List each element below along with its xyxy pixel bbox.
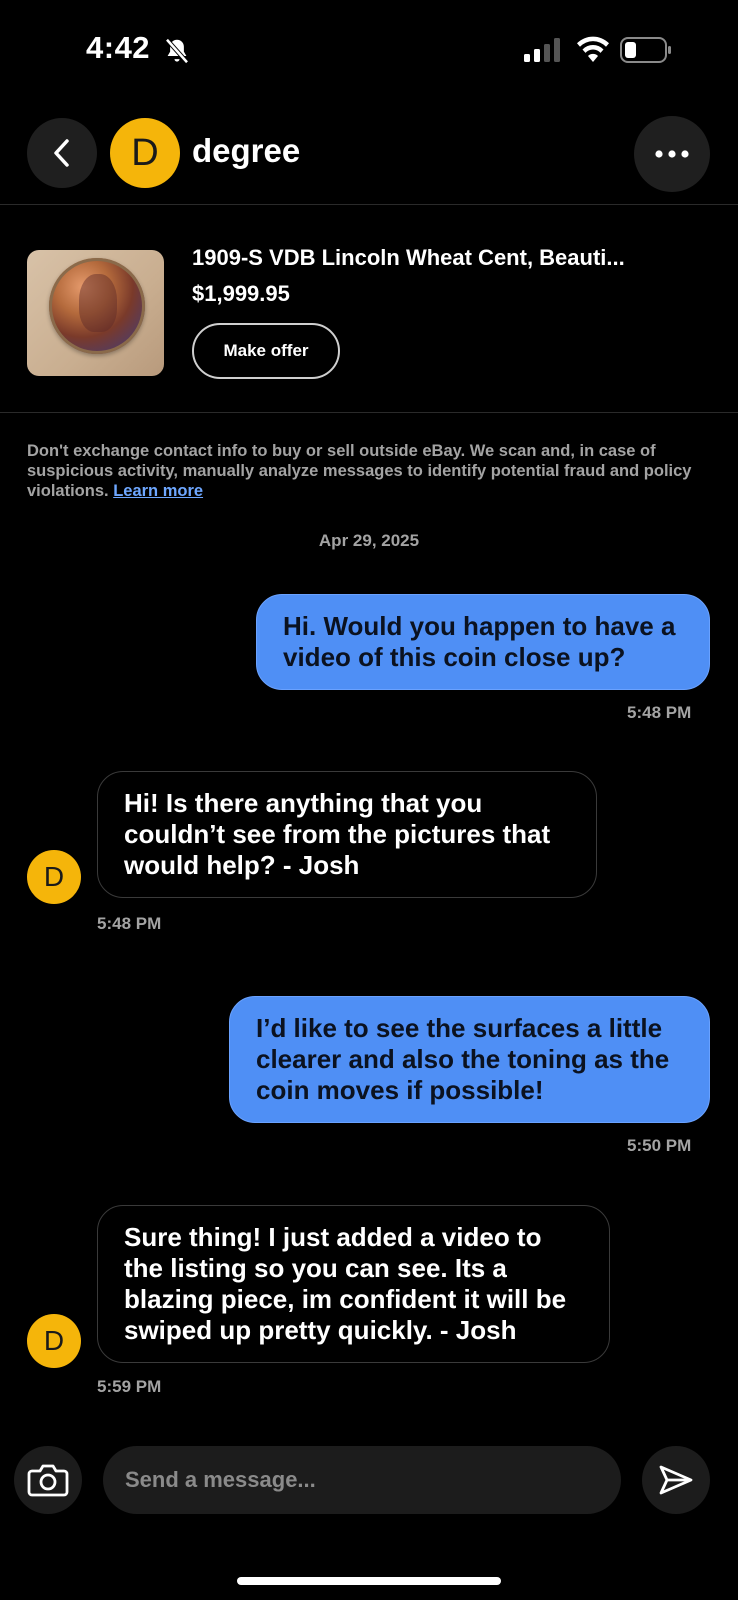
- more-options-button[interactable]: [634, 116, 710, 192]
- conversation-header: D degree: [0, 114, 738, 192]
- send-button[interactable]: [642, 1446, 710, 1514]
- home-indicator[interactable]: [237, 1577, 501, 1585]
- message-timestamp: 5:59 PM: [97, 1377, 162, 1396]
- learn-more-link[interactable]: Learn more: [113, 482, 203, 500]
- cellular-signal-icon: [524, 38, 560, 62]
- avatar[interactable]: D: [27, 850, 81, 904]
- listing-title[interactable]: 1909-S VDB Lincoln Wheat Cent, Beauti...: [192, 245, 625, 271]
- listing-thumbnail[interactable]: [27, 250, 164, 376]
- message-timestamp: 5:48 PM: [97, 914, 162, 933]
- message-bubble-outgoing[interactable]: I’d like to see the surfaces a little cl…: [229, 996, 710, 1123]
- message-bubble-incoming[interactable]: Hi! Is there anything that you couldn’t …: [97, 771, 597, 898]
- conversation-username[interactable]: degree: [192, 132, 300, 170]
- send-icon: [659, 1465, 693, 1495]
- date-divider: Apr 29, 2025: [318, 531, 420, 550]
- safety-disclaimer: Don't exchange contact info to buy or se…: [27, 441, 717, 501]
- listing-price: $1,999.95: [192, 281, 290, 306]
- battery-icon: [620, 37, 671, 63]
- coin-image: [49, 258, 145, 354]
- make-offer-button[interactable]: Make offer: [192, 323, 340, 379]
- message-timestamp: 5:48 PM: [627, 703, 692, 722]
- more-horizontal-icon: [655, 150, 689, 158]
- status-bar: 4:42: [0, 0, 738, 100]
- wifi-icon: [577, 36, 609, 62]
- bell-off-icon: [165, 38, 189, 64]
- avatar[interactable]: D: [110, 118, 180, 188]
- message-bubble-incoming[interactable]: Sure thing! I just added a video to the …: [97, 1205, 610, 1363]
- listing-card[interactable]: 1909-S VDB Lincoln Wheat Cent, Beauti...…: [0, 205, 738, 412]
- avatar[interactable]: D: [27, 1314, 81, 1368]
- chevron-left-icon: [54, 139, 69, 167]
- message-timestamp: 5:50 PM: [627, 1136, 692, 1155]
- status-time: 4:42: [86, 30, 151, 65]
- chat-screen: 4:42 D degree 1909-S VDB Lincoln Wheat C…: [0, 0, 738, 1600]
- camera-button[interactable]: [14, 1446, 82, 1514]
- listing-divider: [0, 412, 738, 413]
- camera-icon: [27, 1464, 69, 1497]
- back-button[interactable]: [27, 118, 97, 188]
- message-input[interactable]: [103, 1446, 621, 1514]
- message-bubble-outgoing[interactable]: Hi. Would you happen to have a video of …: [256, 594, 710, 690]
